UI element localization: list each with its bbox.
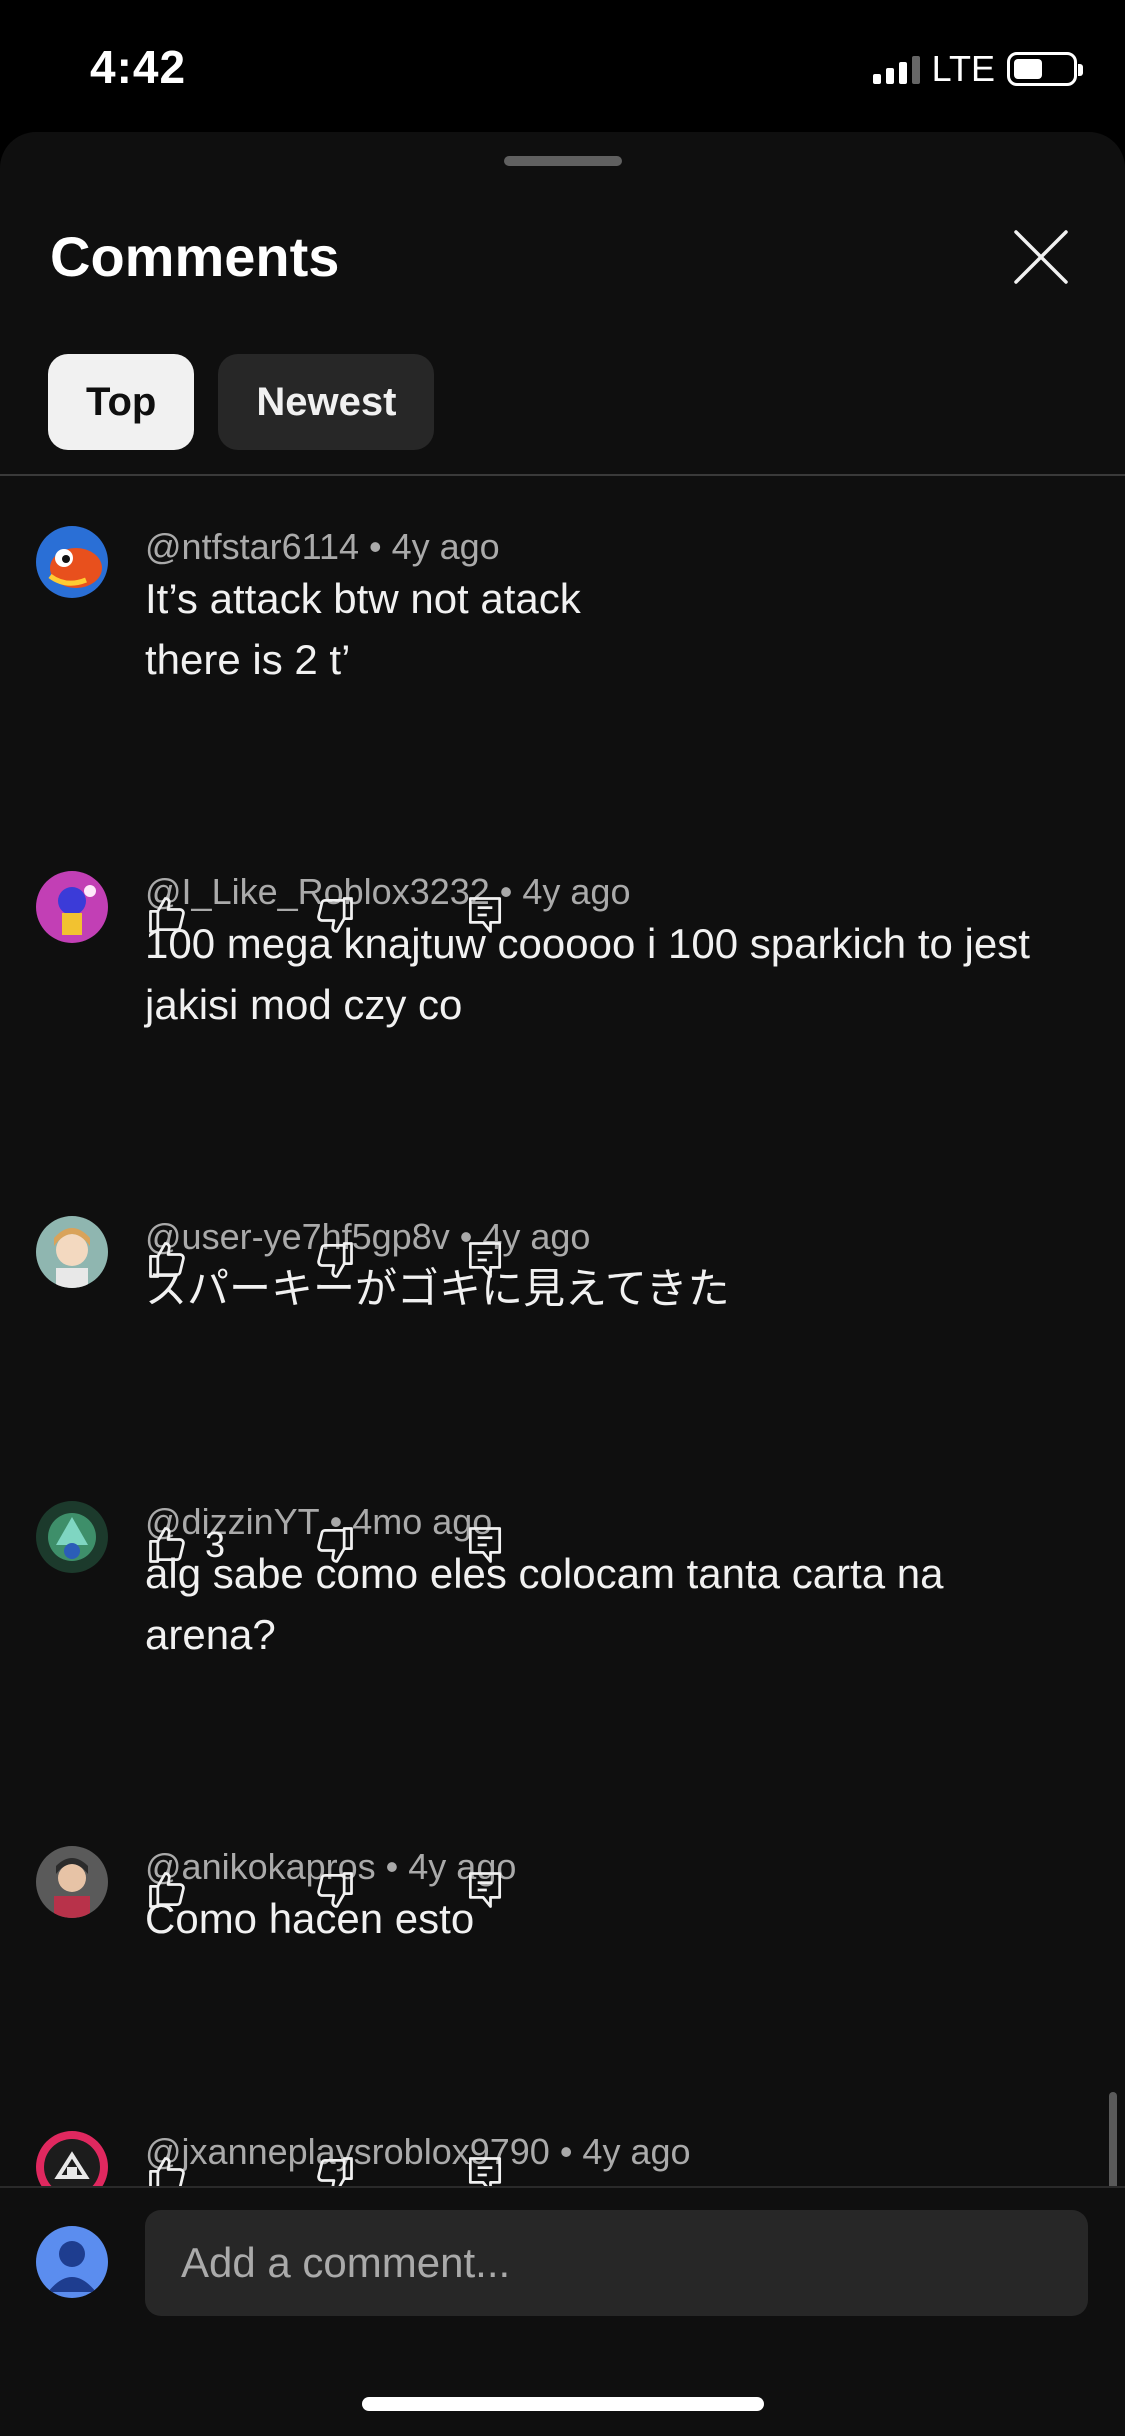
like-button[interactable] [145,1865,189,1915]
reply-button[interactable] [463,1520,507,1570]
thumbs-down-icon [317,897,353,933]
thumbs-down-icon [317,1527,353,1563]
home-indicator[interactable] [362,2397,764,2411]
like-count: 3 [205,1524,226,1565]
reply-button[interactable] [463,1865,507,1915]
comment-age: 4y ago [391,526,500,567]
comment-actions [145,1235,545,1285]
dragon-avatar-icon[interactable] [36,1501,108,1573]
close-button[interactable] [1012,228,1070,286]
reply-icon [468,1527,502,1563]
dislike-button[interactable] [313,1865,357,1915]
status-indicators: LTE [872,48,1083,90]
status-bar: 4:42 LTE [0,0,1125,130]
comment-actions: 3 [145,1520,545,1570]
network-label: LTE [931,48,995,89]
status-time: 4:42 [90,41,187,93]
comment-meta: @ntfstar6114 • 4y ago [145,526,500,567]
reply-icon [468,897,502,933]
comment-age: 4y ago [582,2131,691,2172]
comment-item: @dizzinYT • 4mo ago alg sabe como eles col… [0,1451,1125,1796]
thumbs-up-icon [149,897,185,933]
comment-text: It’s attack btw not atack there is 2 t’ [145,575,581,683]
drag-handle[interactable] [504,156,622,166]
battery-icon [1007,52,1083,86]
tab-top[interactable]: Top [48,354,195,450]
thumbs-down-icon [317,1242,353,1278]
comment-item: @user-ye7hf5gp8v • 4y ago スパーキーがゴキに見えてきた [0,1166,1125,1451]
anime-avatar-icon[interactable] [36,1216,108,1288]
signal-icon [872,54,920,84]
character-avatar-icon[interactable] [36,871,108,943]
fish-avatar-icon[interactable] [36,526,108,598]
dislike-button[interactable] [313,1520,357,1570]
like-button[interactable] [145,1235,189,1285]
thumbs-up-icon [149,1242,185,1278]
user-avatar-icon[interactable] [36,2226,108,2298]
thumbs-down-icon [317,1872,353,1908]
thumbs-up-icon [149,1527,185,1563]
dislike-button[interactable] [313,1235,357,1285]
add-comment-input[interactable] [145,2210,1088,2316]
comment-item: @anikokapros • 4y ago Como hacen esto [0,1796,1125,2081]
comment-actions [145,890,545,940]
sort-tabs: Top Newest [48,354,435,450]
person-avatar-icon[interactable] [36,1846,108,1918]
comment-item: @ntfstar6114 • 4y ago It’s attack btw not … [0,476,1125,821]
comment-author[interactable]: @ntfstar6114 [145,526,359,567]
thumbs-up-icon [149,1872,185,1908]
reply-button[interactable] [463,1235,507,1285]
comments-sheet: Comments Top Newest @ntfstar6114 • 4y ago [0,132,1125,2436]
like-button[interactable] [145,890,189,940]
tab-newest[interactable]: Newest [218,354,435,450]
reply-icon [468,1242,502,1278]
dislike-button[interactable] [313,890,357,940]
reply-button[interactable] [463,890,507,940]
sheet-title: Comments [50,225,340,288]
comment-item: @I_Like_Roblox3232 • 4y ago 100 mega knajt… [0,821,1125,1166]
comment-actions [145,1865,545,1915]
like-button[interactable]: 3 [145,1520,225,1570]
close-icon [1014,230,1068,284]
comment-list[interactable]: @ntfstar6114 • 4y ago It’s attack btw not … [0,476,1125,2318]
reply-icon [468,1872,502,1908]
